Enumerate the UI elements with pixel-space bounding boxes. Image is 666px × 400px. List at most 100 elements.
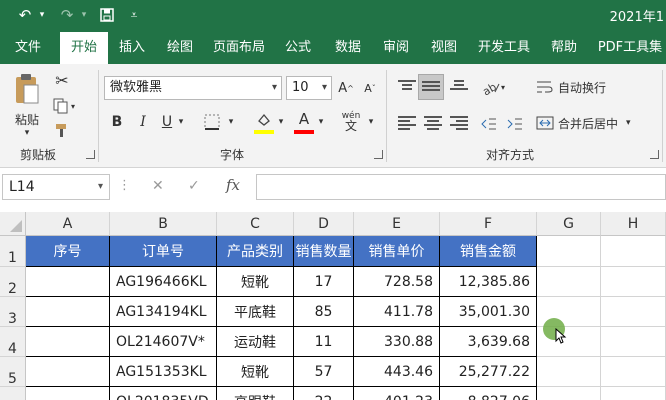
column-header-a[interactable]: A — [26, 212, 110, 236]
table-cell[interactable]: 85 — [294, 297, 354, 327]
column-header-c[interactable]: C — [217, 212, 294, 236]
increase-font-size-icon[interactable]: A ^ — [336, 78, 356, 98]
tab-help[interactable]: 帮助 — [542, 32, 586, 64]
row-header-2[interactable]: 2 — [0, 267, 26, 297]
table-cell[interactable]: 25,277.22 — [440, 357, 537, 387]
customize-toolbar-icon[interactable]: ⩡ — [126, 4, 142, 26]
tab-review[interactable]: 审阅 — [374, 32, 418, 64]
column-header-f[interactable]: F — [440, 212, 537, 236]
italic-button[interactable]: I — [134, 112, 152, 132]
empty-cell[interactable] — [601, 297, 666, 327]
table-cell[interactable]: 运动鞋 — [217, 327, 294, 357]
align-top-icon[interactable] — [398, 80, 416, 96]
table-cell[interactable] — [26, 387, 110, 400]
table-cell[interactable]: 平底鞋 — [217, 297, 294, 327]
tab-file[interactable]: 文件 — [2, 32, 54, 64]
row-header-3[interactable]: 3 — [0, 297, 26, 327]
table-cell[interactable]: 330.88 — [354, 327, 440, 357]
decrease-indent-icon[interactable] — [478, 114, 500, 134]
table-cell[interactable] — [26, 327, 110, 357]
resize-handle-icon[interactable]: ⋮ — [118, 178, 131, 193]
cancel-icon[interactable]: ✕ — [152, 178, 164, 194]
table-cell[interactable]: 22 — [294, 387, 354, 400]
tab-data[interactable]: 数据 — [326, 32, 370, 64]
table-cell[interactable] — [26, 267, 110, 297]
table-cell[interactable] — [26, 357, 110, 387]
table-cell[interactable]: 35,001.30 — [440, 297, 537, 327]
empty-cell[interactable] — [537, 357, 601, 387]
tab-formulas[interactable]: 公式 — [276, 32, 320, 64]
formula-input[interactable] — [256, 174, 666, 200]
column-header-g[interactable]: G — [537, 212, 601, 236]
row-header-6[interactable]: 6 — [0, 387, 26, 400]
row-header-5[interactable]: 5 — [0, 357, 26, 387]
table-cell[interactable]: AG151353KL — [110, 357, 217, 387]
table-cell[interactable]: 12,385.86 — [440, 267, 537, 297]
cut-icon[interactable]: ✂ — [50, 70, 74, 90]
table-cell[interactable]: OL214607V* — [110, 327, 217, 357]
empty-cell[interactable] — [537, 236, 601, 267]
tab-developer[interactable]: 开发工具 — [472, 32, 536, 64]
underline-button[interactable]: U — [158, 112, 176, 132]
column-header-h[interactable]: H — [601, 212, 666, 236]
tab-page-layout[interactable]: 页面布局 — [206, 32, 272, 64]
table-cell[interactable]: 短靴 — [217, 357, 294, 387]
format-painter-icon[interactable] — [50, 120, 74, 140]
increase-indent-icon[interactable] — [504, 114, 526, 134]
borders-dropdown-icon[interactable]: ▾ — [226, 112, 236, 132]
align-right-icon[interactable] — [450, 116, 468, 132]
empty-cell[interactable] — [601, 236, 666, 267]
tab-view[interactable]: 视图 — [422, 32, 466, 64]
align-bottom-icon[interactable] — [450, 80, 468, 96]
name-box[interactable]: L14 ▾ — [2, 174, 110, 200]
table-cell[interactable]: 11 — [294, 327, 354, 357]
paste-button[interactable]: 粘贴 ▾ — [8, 70, 46, 140]
table-cell[interactable]: 57 — [294, 357, 354, 387]
redo-icon[interactable]: ↷ — [56, 4, 78, 26]
borders-icon[interactable] — [202, 112, 222, 132]
table-cell[interactable]: 短靴 — [217, 267, 294, 297]
fill-color-dropdown-icon[interactable]: ▾ — [276, 112, 286, 132]
redo-dropdown-icon[interactable]: ▾ — [78, 4, 90, 26]
row-header-1[interactable]: 1 — [0, 236, 26, 267]
decrease-font-size-icon[interactable]: Aˇ — [360, 78, 380, 98]
empty-cell[interactable] — [601, 267, 666, 297]
tab-draw[interactable]: 绘图 — [158, 32, 202, 64]
row-header-4[interactable]: 4 — [0, 327, 26, 357]
header-cell-amount[interactable]: 销售金额 — [440, 236, 537, 267]
font-launcher-icon[interactable] — [374, 150, 383, 159]
table-cell[interactable]: 728.58 — [354, 267, 440, 297]
header-cell-order-no[interactable]: 订单号 — [110, 236, 217, 267]
table-cell[interactable]: AG134194KL — [110, 297, 217, 327]
header-cell-category[interactable]: 产品类别 — [217, 236, 294, 267]
empty-cell[interactable] — [601, 357, 666, 387]
alignment-launcher-icon[interactable] — [650, 150, 659, 159]
undo-dropdown-icon[interactable]: ▾ — [36, 4, 48, 26]
font-size-select[interactable]: 10 ▾ — [286, 76, 332, 100]
table-cell[interactable]: 401.23 — [354, 387, 440, 400]
column-header-b[interactable]: B — [110, 212, 217, 236]
clipboard-launcher-icon[interactable] — [86, 150, 95, 159]
table-cell[interactable]: 8,827.06 — [440, 387, 537, 400]
font-color-dropdown-icon[interactable]: ▾ — [316, 112, 326, 132]
bold-button[interactable]: B — [108, 112, 126, 132]
table-cell[interactable]: 17 — [294, 267, 354, 297]
table-cell[interactable]: OL201835VD — [110, 387, 217, 400]
phonetic-guide-icon[interactable]: wén 文 — [338, 108, 364, 134]
empty-cell[interactable] — [537, 267, 601, 297]
table-cell[interactable]: 高跟鞋 — [217, 387, 294, 400]
align-left-icon[interactable] — [398, 116, 416, 132]
align-middle-button[interactable] — [418, 74, 444, 100]
table-cell[interactable] — [26, 297, 110, 327]
table-cell[interactable]: AG196466KL — [110, 267, 217, 297]
tab-insert[interactable]: 插入 — [110, 32, 154, 64]
align-center-icon[interactable] — [424, 116, 442, 132]
empty-cell[interactable] — [537, 387, 601, 400]
insert-function-icon[interactable]: fx — [226, 176, 240, 194]
select-all-corner[interactable] — [0, 212, 26, 236]
copy-icon[interactable]: ▾ — [50, 96, 78, 116]
undo-icon[interactable]: ↶ — [14, 4, 36, 26]
orientation-icon[interactable]: ab ▾ — [478, 76, 508, 98]
underline-dropdown-icon[interactable]: ▾ — [176, 112, 186, 132]
table-cell[interactable]: 443.46 — [354, 357, 440, 387]
